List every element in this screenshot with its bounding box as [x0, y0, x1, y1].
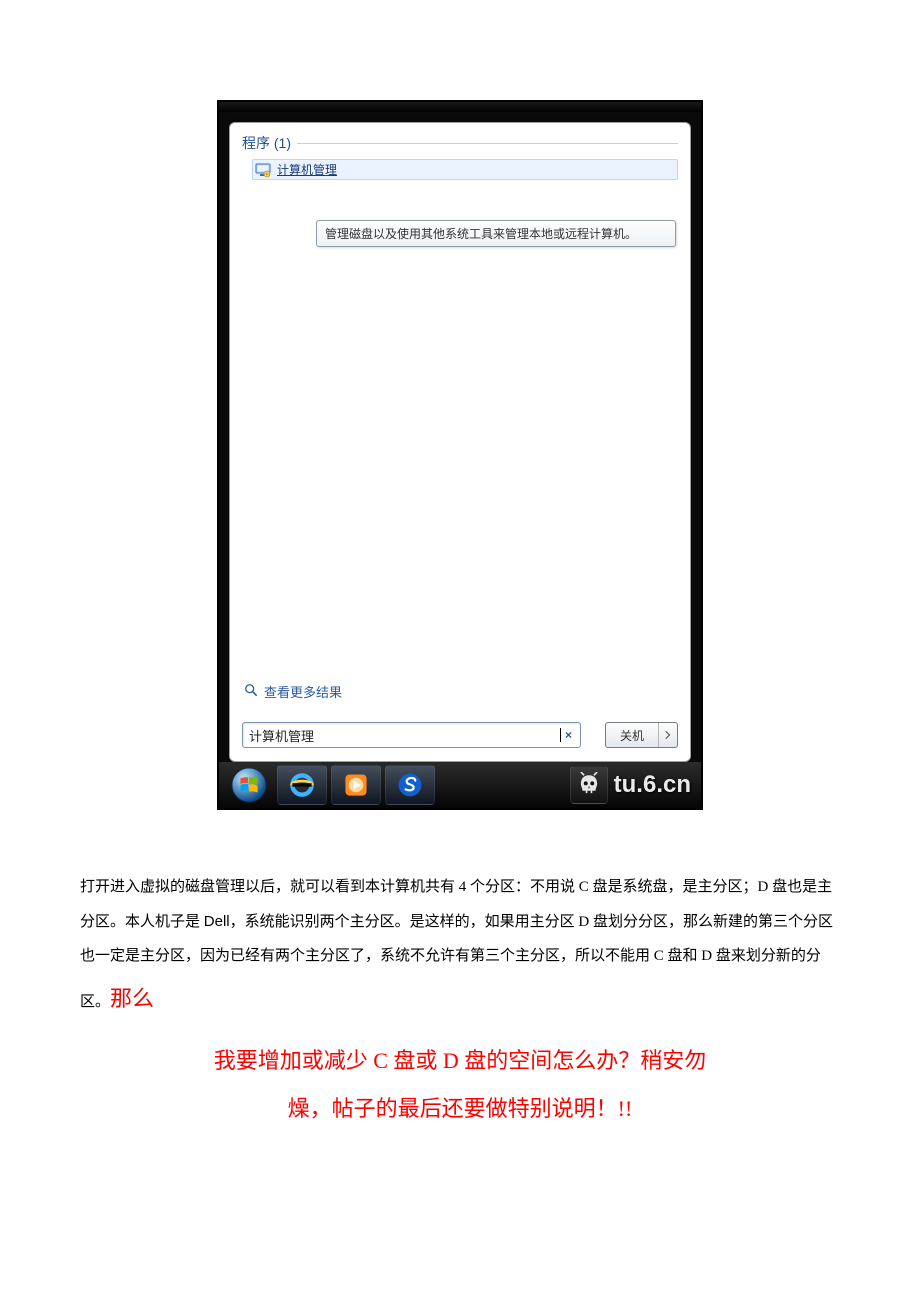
red-line-3: 燥，帖子的最后还要做特别说明！!! [80, 1087, 840, 1131]
start-menu-bottom-row: 计算机管理 × 关机 [242, 721, 678, 749]
media-player-icon [343, 772, 369, 798]
computer-management-icon [255, 162, 271, 178]
sogou-icon [396, 771, 424, 799]
window-top-strip [219, 102, 701, 112]
clear-search-icon[interactable]: × [561, 728, 576, 742]
shutdown-menu-arrow-icon[interactable] [659, 723, 677, 747]
magnifier-icon [244, 683, 258, 700]
result-tooltip: 管理磁盘以及使用其他系统工具来管理本地或远程计算机。 [316, 220, 676, 247]
search-input-value: 计算机管理 [249, 726, 559, 745]
see-more-results-link[interactable]: 查看更多结果 [244, 682, 342, 701]
start-search-input[interactable]: 计算机管理 × [242, 722, 581, 748]
watermark-logo-icon [570, 766, 608, 804]
taskbar-sogou-button[interactable] [385, 765, 435, 805]
search-result-computer-management[interactable]: 计算机管理 [252, 159, 678, 180]
red-line-2: 我要增加或减少 C 盘或 D 盘的空间怎么办？稍安勿 [80, 1039, 840, 1083]
shutdown-button[interactable]: 关机 [605, 722, 678, 748]
search-group-label: 程序 (1) [242, 133, 291, 153]
taskbar-ie-button[interactable] [277, 765, 327, 805]
search-result-label: 计算机管理 [277, 161, 337, 178]
para-red-tail: 那么 [110, 986, 154, 1011]
ie-icon [288, 771, 316, 799]
taskbar: tu.6.cn [219, 762, 701, 808]
start-menu-screenshot: 程序 (1) 计算机管理 管理磁盘以及使用其他系统工具来管理本地或远程计算机。 [217, 100, 703, 810]
watermark: tu.6.cn [570, 766, 695, 804]
see-more-results-label: 查看更多结果 [264, 682, 342, 701]
para-dell: Dell [204, 913, 230, 930]
header-rule [297, 143, 678, 144]
taskbar-media-button[interactable] [331, 765, 381, 805]
result-tooltip-text: 管理磁盘以及使用其他系统工具来管理本地或远程计算机。 [325, 227, 637, 241]
watermark-text: tu.6.cn [614, 771, 691, 799]
article-body: 打开进入虚拟的磁盘管理以后，就可以看到本计算机共有 4 个分区：不用说 C 盘是… [80, 870, 840, 1131]
start-menu-panel: 程序 (1) 计算机管理 管理磁盘以及使用其他系统工具来管理本地或远程计算机。 [229, 122, 691, 762]
search-group-header: 程序 (1) [230, 123, 690, 157]
start-orb[interactable] [225, 766, 273, 804]
paragraph-main: 打开进入虚拟的磁盘管理以后，就可以看到本计算机共有 4 个分区：不用说 C 盘是… [80, 870, 840, 1024]
shutdown-label: 关机 [606, 723, 659, 747]
